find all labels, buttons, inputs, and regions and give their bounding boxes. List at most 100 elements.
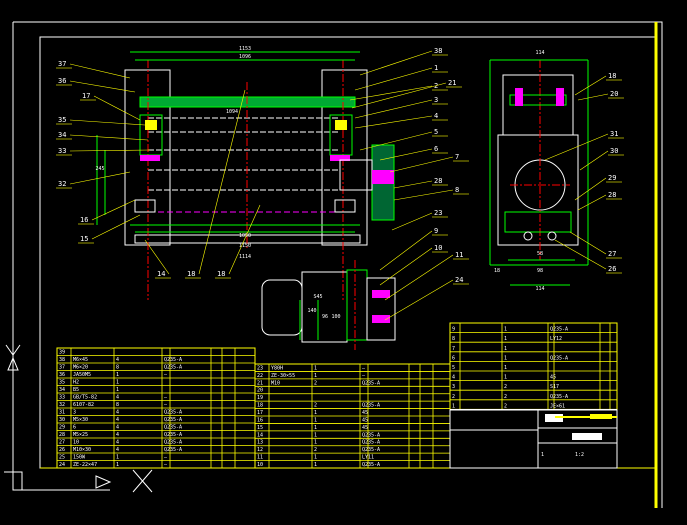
table-row: 19	[257, 395, 263, 401]
cell-no: 4	[452, 375, 455, 381]
cell-qty: 2	[504, 384, 507, 390]
cell-qty: 2	[504, 394, 507, 400]
cell-name: Y80H	[271, 365, 283, 371]
cell-qty: 4	[116, 417, 119, 423]
cell-no: 3	[452, 384, 455, 390]
table-row: 34 B5 1	[59, 387, 119, 393]
dimension-side-mid: 98	[537, 268, 543, 274]
table-row: 36 JA50M5 1 —	[59, 372, 168, 378]
table-row: 35 H2 1	[59, 380, 119, 386]
dimension-motor-c: 96	[322, 314, 328, 320]
table-row: 20	[257, 388, 263, 394]
dimension-side-left: 18	[494, 268, 500, 274]
cell-qty: 1	[504, 375, 507, 381]
balloon-label: 32	[58, 180, 66, 188]
table-row: 21 M10 2 Q235-A	[257, 380, 380, 386]
cell-qty: 4	[116, 440, 119, 446]
cad-drawing: 1153109610942451050115011141141149858181…	[4, 21, 663, 508]
balloon-label: 6	[434, 145, 438, 153]
balloon-label: 33	[58, 147, 66, 155]
cell-material: 45	[362, 417, 368, 423]
table-row: 38 M6×45 4 Q235-A	[59, 357, 182, 363]
leader-line	[379, 230, 433, 271]
table-row: 15 1 45	[257, 425, 368, 431]
cell-name: 150W	[73, 455, 86, 461]
balloon-label: 20	[610, 90, 618, 98]
table-row: 23 Y80H 1 —	[257, 365, 366, 371]
cell-material: Q235-A	[164, 365, 182, 371]
cell-material: —	[164, 395, 168, 401]
table-row: 18 2 Q235-A	[257, 403, 380, 409]
cell-no: 1	[452, 403, 455, 409]
balloon-label: 36	[58, 77, 66, 85]
parts-list: 3938 M6×45 4 Q235-A37 M6×20 8 Q235-A36 JA50M5 1—…	[56, 322, 618, 469]
table-row: 16 1 45	[257, 417, 368, 423]
balloon-label: 18	[217, 270, 225, 278]
table-row: 29 6 4 Q235-A	[59, 425, 182, 431]
cell-name: GB/T5-82	[73, 395, 97, 401]
table-row: 8 1 LY12	[452, 336, 562, 342]
dimension-top-total: 1153	[239, 46, 251, 52]
leader-line	[359, 131, 433, 151]
table-row: 33 GB/T5-82 4 —	[59, 395, 168, 401]
cell-no: 18	[257, 403, 263, 409]
balloon-label: 10	[434, 244, 442, 252]
cell-name: ZE-22×47	[73, 462, 97, 468]
cell-name: M5×30	[73, 417, 88, 423]
balloon-label: 14	[157, 270, 165, 278]
balloon-label: 35	[58, 116, 66, 124]
cell-qty: 1	[314, 432, 317, 438]
cell-no: 7	[452, 346, 455, 352]
cell-no: 12	[257, 447, 263, 453]
cell-qty: 1	[314, 462, 317, 468]
cell-no: 9	[452, 327, 455, 333]
cell-no: 30	[59, 417, 65, 423]
cell-no: 25	[59, 455, 65, 461]
balloon-label: 18	[187, 270, 195, 278]
cell-material: 45	[362, 410, 368, 416]
cell-name: JA50M5	[73, 372, 91, 378]
cell-material: Q235-A	[164, 357, 182, 363]
dimension-motor-b: S45	[313, 294, 322, 300]
table-row: 26 M10×30 4 Q235-A	[59, 447, 182, 453]
balloon-label: 3	[434, 96, 438, 104]
cell-no: 10	[257, 462, 263, 468]
table-row: 37 M6×20 8 Q235-A	[59, 365, 182, 371]
balloon-label: 31	[610, 130, 618, 138]
leader-line	[379, 247, 433, 286]
table-row: 4 1 45	[452, 375, 556, 381]
cell-no: 29	[59, 425, 65, 431]
leader-line	[91, 214, 141, 240]
cell-material: 45	[362, 425, 368, 431]
cell-qty: 1	[504, 327, 507, 333]
balloon-label: 9	[434, 227, 438, 235]
table-row: 39	[59, 350, 65, 356]
cell-name: ZE-30×55	[271, 373, 295, 379]
cell-material: S17	[550, 384, 559, 390]
leader-line	[389, 156, 454, 173]
balloon-label: 27	[608, 250, 616, 258]
cell-no: 8	[452, 336, 455, 342]
cell-no: 16	[257, 417, 263, 423]
dimension-height: 245	[95, 166, 104, 172]
cell-qty: 2	[314, 447, 317, 453]
cell-no: 22	[257, 373, 263, 379]
cell-material: —	[164, 455, 168, 461]
cell-no: 20	[257, 388, 263, 394]
cell-no: 17	[257, 410, 263, 416]
balloon-label: 18	[608, 72, 616, 80]
cell-material: —	[164, 402, 168, 408]
cell-no: 37	[59, 365, 65, 371]
table-row: 25 150W 1 —	[59, 455, 168, 461]
table-right-border	[449, 322, 618, 410]
cell-qty: 1	[504, 336, 507, 342]
cell-material: Q235-A	[164, 432, 182, 438]
cell-material: Q235-A	[362, 462, 380, 468]
table-row: 17 1 45	[257, 410, 368, 416]
balloon-label: 34	[58, 131, 66, 139]
cell-material: 45	[550, 375, 556, 381]
cell-material: Q235-A	[164, 425, 182, 431]
balloon-label: 24	[455, 276, 463, 284]
cell-qty: 2	[504, 403, 507, 409]
cell-no: 34	[59, 387, 65, 393]
